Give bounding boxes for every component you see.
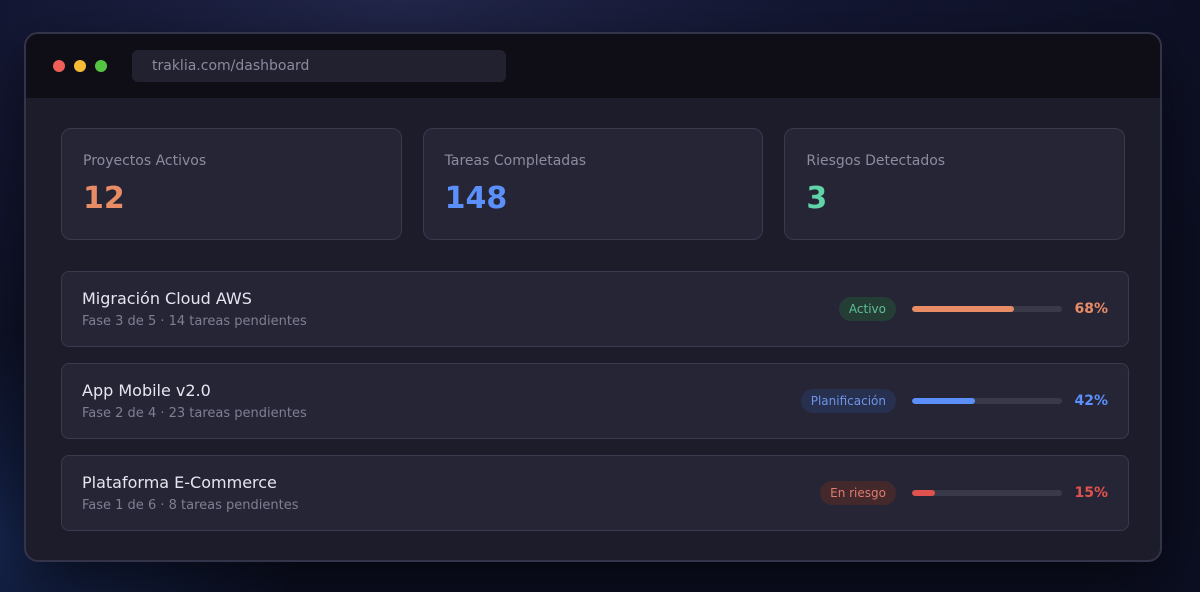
close-window-button[interactable] bbox=[53, 60, 65, 72]
project-row[interactable]: Plataforma E-Commerce Fase 1 de 6 · 8 ta… bbox=[61, 455, 1129, 531]
address-bar[interactable]: traklia.com/dashboard bbox=[132, 50, 506, 82]
stat-card-detected-risks: Riesgos Detectados 3 bbox=[784, 128, 1126, 240]
project-subtitle: Fase 2 de 4 · 23 tareas pendientes bbox=[82, 406, 307, 421]
progress-percent: 15% bbox=[1074, 485, 1108, 501]
stat-value: 148 bbox=[444, 181, 508, 216]
project-subtitle: Fase 1 de 6 · 8 tareas pendientes bbox=[82, 498, 299, 513]
status-badge: En riesgo bbox=[820, 481, 896, 505]
project-status-area: Planificación 42% bbox=[800, 389, 1108, 413]
progress-bar bbox=[912, 306, 1062, 312]
project-info: App Mobile v2.0 Fase 2 de 4 · 23 tareas … bbox=[82, 381, 307, 421]
progress-bar-fill bbox=[912, 306, 1014, 312]
stat-value: 12 bbox=[83, 181, 125, 216]
status-badge: Activo bbox=[838, 297, 896, 321]
minimize-window-button[interactable] bbox=[74, 60, 86, 72]
maximize-window-button[interactable] bbox=[95, 60, 107, 72]
stat-card-completed-tasks: Tareas Completadas 148 bbox=[422, 128, 764, 240]
progress-bar-fill bbox=[912, 398, 975, 404]
project-info: Migración Cloud AWS Fase 3 de 5 · 14 tar… bbox=[82, 289, 307, 329]
progress-percent: 68% bbox=[1074, 301, 1108, 317]
stat-value: 3 bbox=[806, 181, 828, 216]
progress-percent: 42% bbox=[1074, 393, 1108, 409]
progress-bar bbox=[912, 490, 1062, 496]
stats-row: Proyectos Activos 12 Tareas Completadas … bbox=[61, 128, 1126, 240]
dashboard-content: Proyectos Activos 12 Tareas Completadas … bbox=[26, 98, 1160, 531]
project-name: Plataforma E-Commerce bbox=[82, 473, 277, 492]
project-status-area: Activo 68% bbox=[838, 297, 1108, 321]
progress-bar-fill bbox=[912, 490, 935, 496]
stat-label: Riesgos Detectados bbox=[806, 153, 946, 169]
project-list: Migración Cloud AWS Fase 3 de 5 · 14 tar… bbox=[61, 271, 1129, 531]
browser-titlebar: traklia.com/dashboard bbox=[26, 34, 1160, 98]
stat-card-active-projects: Proyectos Activos 12 bbox=[61, 128, 402, 240]
project-subtitle: Fase 3 de 5 · 14 tareas pendientes bbox=[82, 314, 307, 329]
project-name: Migración Cloud AWS bbox=[82, 289, 252, 308]
progress-bar bbox=[912, 398, 1062, 404]
project-name: App Mobile v2.0 bbox=[82, 381, 211, 400]
project-row[interactable]: Migración Cloud AWS Fase 3 de 5 · 14 tar… bbox=[61, 271, 1129, 347]
stat-label: Proyectos Activos bbox=[83, 153, 207, 169]
browser-window: traklia.com/dashboard Proyectos Activos … bbox=[24, 32, 1162, 562]
url-text: traklia.com/dashboard bbox=[152, 58, 310, 74]
stat-label: Tareas Completadas bbox=[444, 153, 587, 169]
status-badge: Planificación bbox=[800, 389, 896, 413]
project-info: Plataforma E-Commerce Fase 1 de 6 · 8 ta… bbox=[82, 473, 298, 513]
project-row[interactable]: App Mobile v2.0 Fase 2 de 4 · 23 tareas … bbox=[61, 363, 1129, 439]
project-status-area: En riesgo 15% bbox=[820, 481, 1108, 505]
